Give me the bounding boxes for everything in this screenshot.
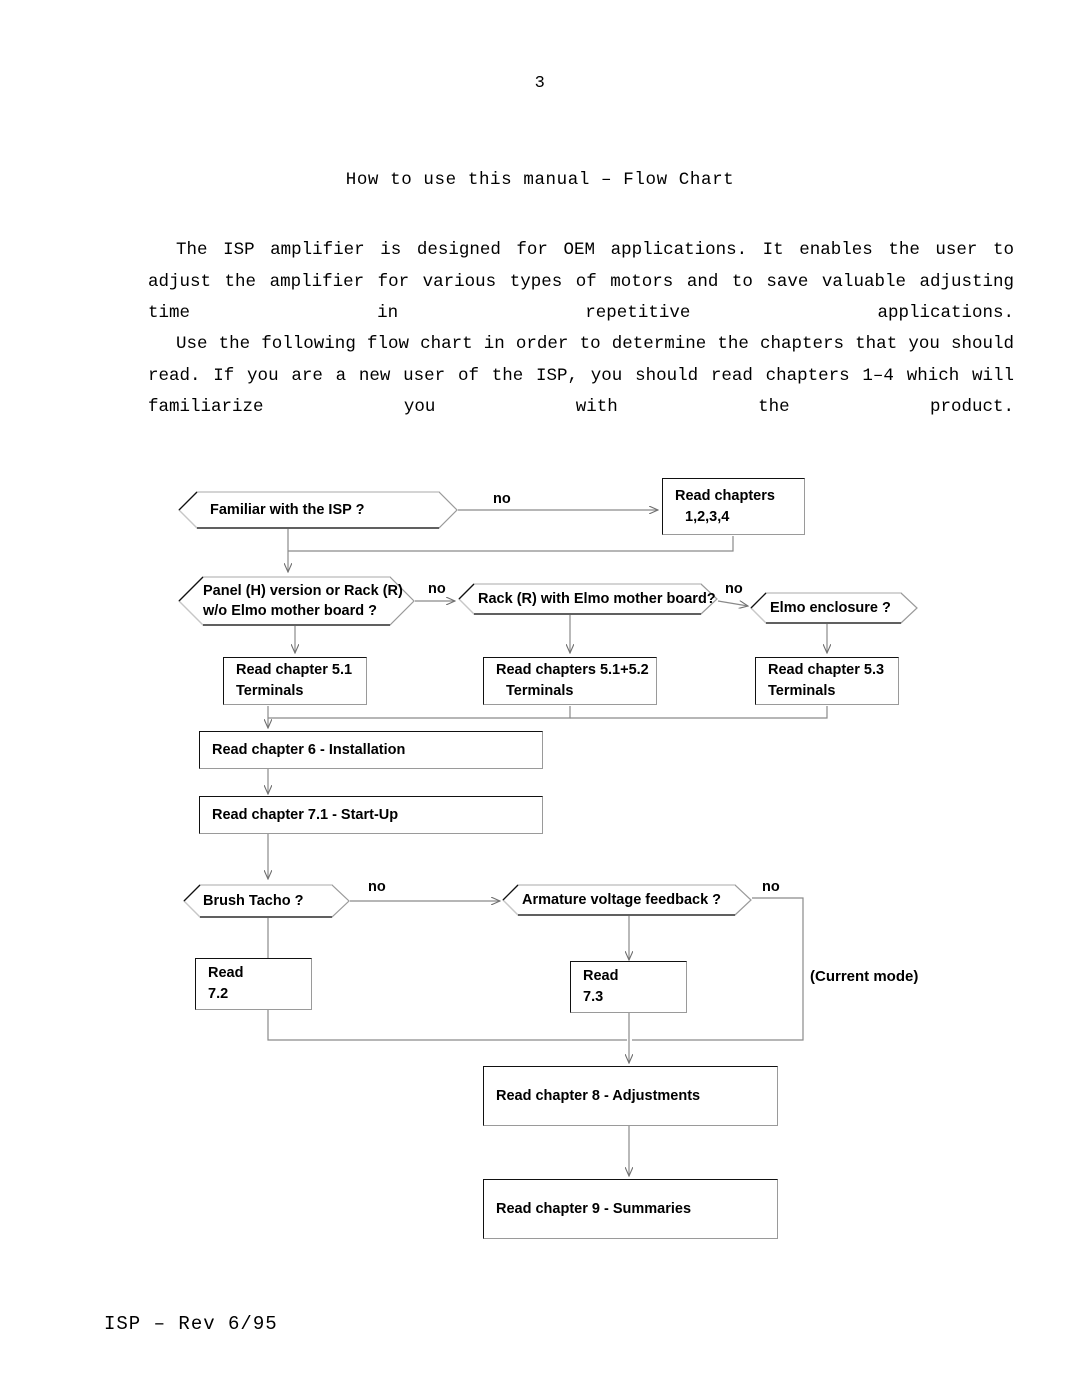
node-label-line2: w/o Elmo mother board ?: [203, 603, 378, 619]
process-read-chapter-53-terminals[interactable]: Read chapter 5.3 Terminals: [755, 657, 899, 705]
node-label: Read chapter 7.1 - Start-Up: [212, 806, 399, 823]
decision-elmo-enclosure[interactable]: Elmo enclosure ?: [750, 592, 918, 624]
node-label-line2: Terminals: [506, 683, 574, 699]
process-read-chapter-8-adjustments[interactable]: Read chapter 8 - Adjustments: [483, 1066, 778, 1126]
process-read-chapter-71-startup[interactable]: Read chapter 7.1 - Start-Up: [199, 796, 543, 834]
node-label-line2: Terminals: [236, 683, 304, 699]
process-read-chapter-51-terminals[interactable]: Read chapter 5.1 Terminals: [223, 657, 367, 705]
node-label-line1: Read chapters 5.1+5.2: [496, 662, 649, 678]
node-label-line1: Read chapter 5.3: [768, 662, 885, 678]
node-label: Armature voltage feedback ?: [522, 892, 722, 908]
decision-rack-with-elmo-mother-board[interactable]: Rack (R) with Elmo mother board?: [458, 583, 718, 615]
node-label: Familiar with the ISP ?: [210, 502, 365, 518]
node-label-line1: Panel (H) version or Rack (R): [203, 583, 403, 599]
edge-label-no-familiar: no: [493, 491, 511, 507]
document-page: 3 How to use this manual – Flow Chart Th…: [0, 0, 1080, 1397]
node-label-line1: Read chapters: [675, 487, 775, 504]
edge-label-no-brush: no: [368, 879, 386, 895]
node-label-line1: Read chapter 5.1: [236, 662, 353, 678]
decision-armature-voltage-feedback[interactable]: Armature voltage feedback ?: [502, 884, 752, 916]
edge-label-no-rack: no: [725, 581, 743, 597]
flow-chart: Familiar with the ISP ? no Read chapters…: [0, 0, 1080, 1397]
edge-label-no-panel: no: [428, 581, 446, 597]
node-label-line1: Read: [583, 968, 619, 984]
process-read-72[interactable]: Read 7.2: [195, 958, 312, 1010]
node-label-line2: 1,2,3,4: [685, 508, 730, 525]
edge-label-no-armature: no: [762, 879, 780, 895]
node-label-line2: 7.3: [583, 989, 604, 1005]
node-label: Read chapter 6 - Installation: [212, 741, 406, 758]
node-label: Read chapter 9 - Summaries: [496, 1200, 692, 1217]
node-label: Elmo enclosure ?: [770, 600, 891, 616]
process-read-73[interactable]: Read 7.3: [570, 961, 687, 1013]
node-label-line2: Terminals: [768, 683, 836, 699]
node-label: Read chapter 8 - Adjustments: [496, 1087, 701, 1104]
annotation-current-mode: (Current mode): [810, 968, 919, 985]
process-read-chapter-9-summaries[interactable]: Read chapter 9 - Summaries: [483, 1179, 778, 1239]
node-label: Brush Tacho ?: [203, 893, 304, 909]
process-read-chapter-6-installation[interactable]: Read chapter 6 - Installation: [199, 731, 543, 769]
process-read-chapters-1234[interactable]: Read chapters 1,2,3,4: [662, 478, 805, 535]
decision-panel-or-rack-without-mother-board[interactable]: Panel (H) version or Rack (R) w/o Elmo m…: [178, 576, 415, 626]
node-label-line1: Read: [208, 965, 244, 981]
decision-brush-tacho[interactable]: Brush Tacho ?: [183, 884, 350, 918]
node-label: Rack (R) with Elmo mother board?: [478, 591, 716, 607]
page-footer: ISP – Rev 6/95: [104, 1313, 278, 1335]
decision-familiar-with-isp[interactable]: Familiar with the ISP ?: [178, 491, 458, 529]
node-label-line2: 7.2: [208, 986, 229, 1002]
process-read-chapters-51-52-terminals[interactable]: Read chapters 5.1+5.2 Terminals: [483, 657, 657, 705]
